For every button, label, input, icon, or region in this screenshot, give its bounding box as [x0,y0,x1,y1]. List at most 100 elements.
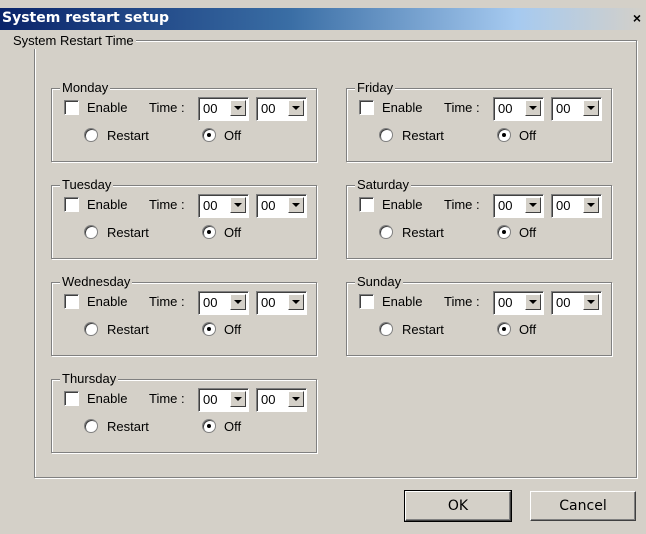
enable-label: Enable [87,197,128,212]
minute-select[interactable]: 00 [551,194,602,218]
restart-radio[interactable] [84,322,98,336]
off-label: Off [224,419,242,434]
title-bar[interactable]: System restart setup × [0,8,646,30]
chevron-down-icon[interactable] [583,197,599,213]
enable-label: Enable [382,197,423,212]
off-radio[interactable] [497,322,511,336]
cancel-button[interactable]: Cancel [530,491,636,521]
off-radio[interactable] [497,128,511,142]
enable-label: Enable [87,100,128,115]
window-title: System restart setup [2,10,170,26]
hour-value: 00 [498,101,513,116]
close-icon[interactable]: × [630,11,644,25]
restart-label: Restart [107,322,149,337]
off-label: Off [224,322,242,337]
minute-select[interactable]: 00 [551,291,602,315]
time-label: Time : [444,294,480,309]
minute-select[interactable]: 00 [256,194,307,218]
restart-label: Restart [107,128,149,143]
time-label: Time : [149,294,185,309]
chevron-down-icon[interactable] [525,197,541,213]
enable-checkbox[interactable] [64,100,79,115]
hour-select[interactable]: 00 [493,97,544,121]
system-restart-dialog: System restart setup × System Restart Ti… [0,0,646,534]
restart-radio[interactable] [379,322,393,336]
restart-label: Restart [402,322,444,337]
day-group: Monday Enable Time : 00 00 Restart Off [51,80,317,162]
off-radio[interactable] [202,419,216,433]
day-name: Thursday [60,371,119,387]
day-group: Sunday Enable Time : 00 00 Restart Off [346,274,612,356]
chevron-down-icon[interactable] [525,294,541,310]
system-restart-time-title: System Restart Time [11,33,136,49]
enable-checkbox[interactable] [64,197,79,212]
day-name: Tuesday [60,177,114,193]
time-label: Time : [149,100,185,115]
enable-checkbox[interactable] [359,197,374,212]
minute-value: 00 [556,198,571,213]
enable-label: Enable [382,294,423,309]
enable-label: Enable [382,100,423,115]
day-name: Monday [60,80,111,96]
chevron-down-icon[interactable] [288,391,304,407]
chevron-down-icon[interactable] [583,100,599,116]
off-radio[interactable] [202,128,216,142]
minute-value: 00 [261,295,276,310]
day-group: Saturday Enable Time : 00 00 Restart Off [346,177,612,259]
enable-checkbox[interactable] [64,391,79,406]
hour-select[interactable]: 00 [198,291,249,315]
minute-value: 00 [261,101,276,116]
restart-label: Restart [402,225,444,240]
chevron-down-icon[interactable] [230,197,246,213]
day-name: Sunday [355,274,404,290]
day-group: Thursday Enable Time : 00 00 Restart Off [51,371,317,453]
off-label: Off [519,225,537,240]
off-radio[interactable] [202,322,216,336]
hour-value: 00 [203,295,218,310]
chevron-down-icon[interactable] [288,197,304,213]
minute-select[interactable]: 00 [256,291,307,315]
restart-radio[interactable] [84,419,98,433]
chevron-down-icon[interactable] [288,100,304,116]
hour-select[interactable]: 00 [198,388,249,412]
chevron-down-icon[interactable] [583,294,599,310]
time-label: Time : [444,100,480,115]
enable-checkbox[interactable] [64,294,79,309]
minute-select[interactable]: 00 [256,97,307,121]
minute-select[interactable]: 00 [256,388,307,412]
enable-checkbox[interactable] [359,294,374,309]
chevron-down-icon[interactable] [230,100,246,116]
time-label: Time : [444,197,480,212]
off-radio[interactable] [497,225,511,239]
hour-select[interactable]: 00 [198,97,249,121]
off-radio[interactable] [202,225,216,239]
chevron-down-icon[interactable] [230,391,246,407]
hour-value: 00 [203,101,218,116]
chevron-down-icon[interactable] [525,100,541,116]
day-group: Friday Enable Time : 00 00 Restart Off [346,80,612,162]
hour-select[interactable]: 00 [493,194,544,218]
off-label: Off [224,225,242,240]
ok-button[interactable]: OK [404,490,512,522]
restart-radio[interactable] [379,128,393,142]
day-name: Saturday [355,177,412,193]
enable-checkbox[interactable] [359,100,374,115]
minute-select[interactable]: 00 [551,97,602,121]
chevron-down-icon[interactable] [288,294,304,310]
hour-select[interactable]: 00 [493,291,544,315]
restart-radio[interactable] [84,225,98,239]
minute-value: 00 [261,198,276,213]
hour-value: 00 [498,295,513,310]
day-name: Friday [355,80,396,96]
off-label: Off [224,128,242,143]
restart-radio[interactable] [379,225,393,239]
hour-value: 00 [203,198,218,213]
off-label: Off [519,128,537,143]
hour-select[interactable]: 00 [198,194,249,218]
restart-radio[interactable] [84,128,98,142]
enable-label: Enable [87,391,128,406]
hour-value: 00 [203,392,218,407]
time-label: Time : [149,391,185,406]
chevron-down-icon[interactable] [230,294,246,310]
restart-label: Restart [107,419,149,434]
